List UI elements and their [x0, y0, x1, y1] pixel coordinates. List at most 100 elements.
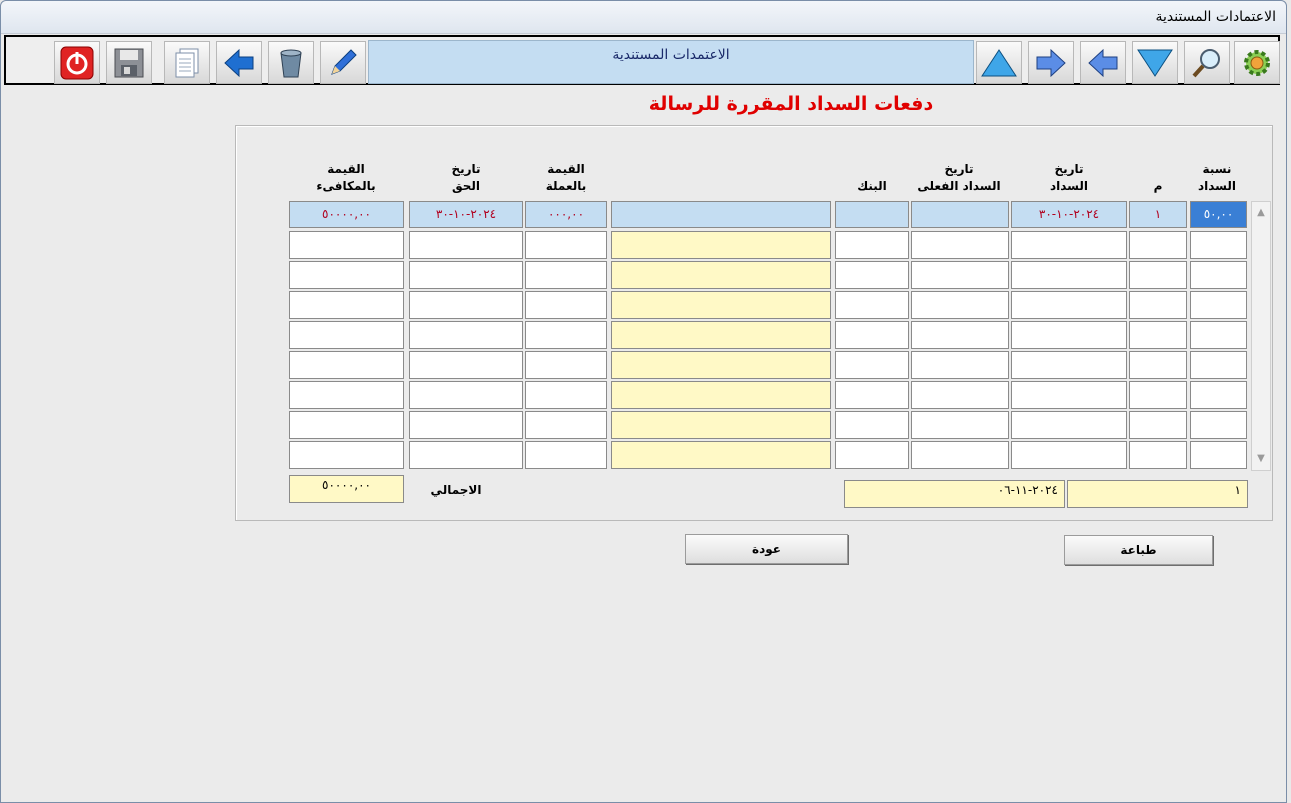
cell-bank[interactable] — [835, 321, 909, 349]
cell-actual-date[interactable] — [911, 441, 1009, 469]
footer-number-field[interactable]: ١ — [1067, 480, 1248, 508]
cell-right-date[interactable] — [409, 351, 523, 379]
prev-record-button[interactable] — [1080, 41, 1126, 84]
cell-right-date[interactable] — [409, 261, 523, 289]
grid-scrollbar[interactable]: ▲ ▼ — [1251, 201, 1271, 471]
cell-value-currency[interactable] — [525, 441, 607, 469]
cell-value-currency[interactable] — [525, 261, 607, 289]
cell-m[interactable] — [1129, 321, 1187, 349]
cell-pct[interactable]: ٥٠,٠٠ — [1190, 201, 1247, 228]
cell-value-equiv[interactable] — [289, 321, 404, 349]
cell-blank[interactable] — [611, 351, 831, 379]
cell-bank[interactable] — [835, 201, 909, 228]
cell-bank[interactable] — [835, 411, 909, 439]
cell-m[interactable] — [1129, 441, 1187, 469]
cell-due-date[interactable] — [1011, 411, 1127, 439]
cell-actual-date[interactable] — [911, 381, 1009, 409]
first-record-button[interactable] — [976, 41, 1022, 84]
cell-actual-date[interactable] — [911, 261, 1009, 289]
cell-blank[interactable] — [611, 291, 831, 319]
cell-right-date[interactable] — [409, 231, 523, 259]
cell-actual-date[interactable] — [911, 201, 1009, 228]
cell-m[interactable] — [1129, 351, 1187, 379]
cell-m[interactable] — [1129, 231, 1187, 259]
cell-m[interactable]: ١ — [1129, 201, 1187, 228]
cell-blank[interactable] — [611, 231, 831, 259]
cell-due-date[interactable] — [1011, 321, 1127, 349]
cell-value-currency[interactable] — [525, 321, 607, 349]
cell-blank[interactable] — [611, 411, 831, 439]
cell-pct[interactable] — [1190, 381, 1247, 409]
cell-bank[interactable] — [835, 231, 909, 259]
save-button[interactable] — [106, 41, 152, 84]
cell-actual-date[interactable] — [911, 291, 1009, 319]
cell-value-equiv[interactable] — [289, 231, 404, 259]
cell-due-date[interactable]: ٢٠٢٤-١٠-٣٠ — [1011, 201, 1127, 228]
cell-bank[interactable] — [835, 261, 909, 289]
cell-actual-date[interactable] — [911, 321, 1009, 349]
cell-value-equiv[interactable] — [289, 441, 404, 469]
cell-value-equiv[interactable]: ٥٠٠٠٠,٠٠ — [289, 201, 404, 228]
back-button[interactable]: عودة — [685, 534, 848, 564]
undo-button[interactable] — [216, 41, 262, 84]
cell-right-date[interactable] — [409, 411, 523, 439]
cell-bank[interactable] — [835, 381, 909, 409]
cell-m[interactable] — [1129, 291, 1187, 319]
cell-value-currency[interactable] — [525, 411, 607, 439]
cell-blank[interactable] — [611, 321, 831, 349]
cell-value-equiv[interactable] — [289, 261, 404, 289]
cell-due-date[interactable] — [1011, 351, 1127, 379]
cell-blank[interactable] — [611, 201, 831, 228]
cell-pct[interactable] — [1190, 291, 1247, 319]
cell-m[interactable] — [1129, 261, 1187, 289]
cell-value-equiv[interactable] — [289, 411, 404, 439]
cell-blank[interactable] — [611, 441, 831, 469]
cell-value-currency[interactable] — [525, 231, 607, 259]
cell-pct[interactable] — [1190, 411, 1247, 439]
cell-m[interactable] — [1129, 381, 1187, 409]
find-button[interactable] — [1184, 41, 1230, 84]
cell-bank[interactable] — [835, 291, 909, 319]
cell-due-date[interactable] — [1011, 381, 1127, 409]
cell-due-date[interactable] — [1011, 231, 1127, 259]
cell-pct[interactable] — [1190, 261, 1247, 289]
cell-right-date[interactable]: ٢٠٢٤-١٠-٣٠ — [409, 201, 523, 228]
last-record-button[interactable] — [1132, 41, 1178, 84]
cell-pct[interactable] — [1190, 351, 1247, 379]
cell-right-date[interactable] — [409, 441, 523, 469]
next-record-button[interactable] — [1028, 41, 1074, 84]
cell-actual-date[interactable] — [911, 351, 1009, 379]
cell-blank[interactable] — [611, 261, 831, 289]
cell-value-currency[interactable] — [525, 351, 607, 379]
cell-right-date[interactable] — [409, 291, 523, 319]
scroll-down-icon[interactable]: ▼ — [1252, 450, 1270, 468]
scroll-up-icon[interactable]: ▲ — [1252, 204, 1270, 222]
settings-button[interactable] — [1234, 41, 1280, 84]
cell-value-currency[interactable] — [525, 291, 607, 319]
cell-bank[interactable] — [835, 441, 909, 469]
cell-blank[interactable] — [611, 381, 831, 409]
cell-m[interactable] — [1129, 411, 1187, 439]
cell-due-date[interactable] — [1011, 291, 1127, 319]
cell-value-equiv[interactable] — [289, 291, 404, 319]
cell-pct[interactable] — [1190, 231, 1247, 259]
cell-due-date[interactable] — [1011, 441, 1127, 469]
cell-value-currency[interactable] — [525, 381, 607, 409]
cell-bank[interactable] — [835, 351, 909, 379]
cell-due-date[interactable] — [1011, 261, 1127, 289]
cell-pct[interactable] — [1190, 321, 1247, 349]
exit-button[interactable] — [54, 41, 100, 84]
cell-value-currency[interactable]: ٠٠٠,٠٠ — [525, 201, 607, 228]
cell-actual-date[interactable] — [911, 411, 1009, 439]
delete-button[interactable] — [268, 41, 314, 84]
edit-button[interactable] — [320, 41, 366, 84]
footer-date-field[interactable]: ٢٠٢٤-١١-٠٦ — [844, 480, 1065, 508]
cell-right-date[interactable] — [409, 381, 523, 409]
copy-button[interactable] — [164, 41, 210, 84]
cell-right-date[interactable] — [409, 321, 523, 349]
cell-value-equiv[interactable] — [289, 351, 404, 379]
print-button[interactable]: طباعة — [1064, 535, 1213, 565]
cell-pct[interactable] — [1190, 441, 1247, 469]
cell-value-equiv[interactable] — [289, 381, 404, 409]
cell-actual-date[interactable] — [911, 231, 1009, 259]
